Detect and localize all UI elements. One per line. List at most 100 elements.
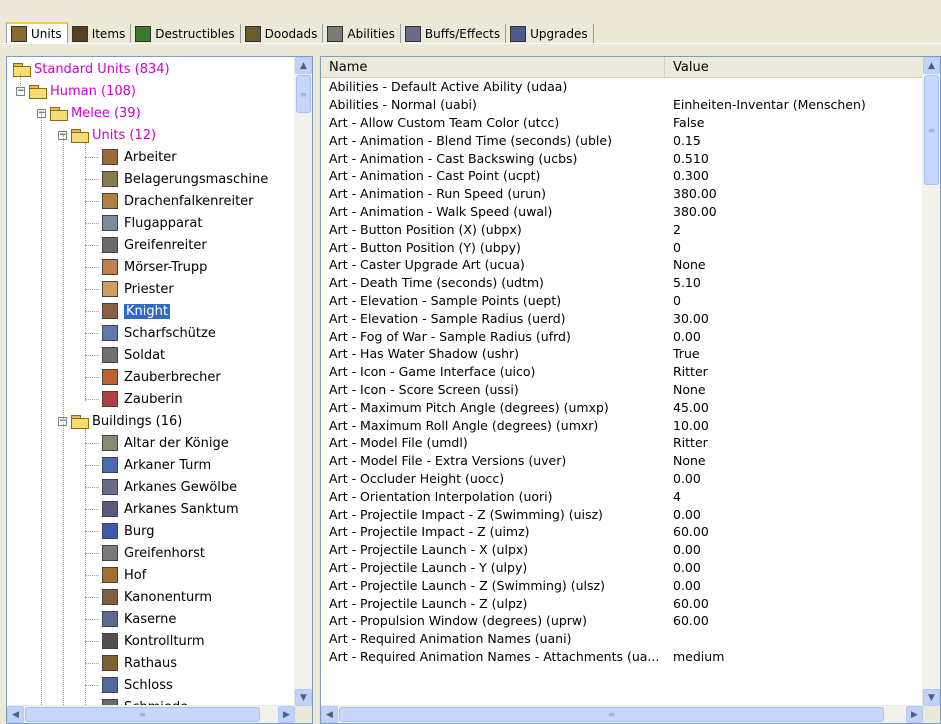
unit-item[interactable]: Priester	[102, 278, 174, 300]
table-horizontal-scrollbar[interactable]: ◀ ≡ ▶	[321, 705, 923, 723]
table-row[interactable]: Art - Animation - Run Speed (urun) 380.00	[321, 185, 923, 203]
table-row[interactable]: Art - Projectile Launch - Z (Swimming) (…	[321, 576, 923, 594]
field-value-cell[interactable]: 10.00	[665, 418, 709, 433]
field-value-cell[interactable]: medium	[665, 649, 724, 664]
table-row[interactable]: Art - Elevation - Sample Radius (uerd) 30…	[321, 309, 923, 327]
unit-item[interactable]: Zauberbrecher	[102, 366, 221, 388]
unit-item[interactable]: Knight	[102, 300, 170, 322]
unit-item[interactable]: Zauberin	[102, 388, 183, 410]
table-scroll-up-button[interactable]: ▲	[923, 57, 940, 74]
table-row[interactable]: Art - Elevation - Sample Points (uept) 0	[321, 292, 923, 310]
object-tree[interactable]: Standard Units (834) − Human (108) − Melee (…	[7, 57, 295, 723]
building-item[interactable]: Kaserne	[102, 608, 176, 630]
table-row[interactable]: Art - Occluder Height (uocc) 0.00	[321, 470, 923, 488]
field-value-cell[interactable]: 0	[665, 293, 681, 308]
table-row[interactable]: Art - Orientation Interpolation (uori) 4	[321, 487, 923, 505]
table-row[interactable]: Art - Projectile Launch - Y (ulpy) 0.00	[321, 559, 923, 577]
building-item[interactable]: Arkaner Turm	[102, 454, 211, 476]
table-row[interactable]: Art - Required Animation Names (uani)	[321, 630, 923, 648]
field-value-cell[interactable]: 60.00	[665, 613, 709, 628]
building-item[interactable]: Arkanes Gewölbe	[102, 476, 237, 498]
table-row[interactable]: Art - Caster Upgrade Art (ucua) None	[321, 256, 923, 274]
field-value-cell[interactable]: Ritter	[665, 435, 708, 450]
table-scroll-thumb[interactable]: ≡	[924, 75, 939, 185]
table-vertical-scrollbar[interactable]: ▲ ≡ ▼	[922, 57, 940, 706]
field-value-cell[interactable]: 0.00	[665, 542, 701, 557]
unit-item[interactable]: Belagerungsmaschine	[102, 168, 268, 190]
table-scroll-right-button[interactable]: ▶	[906, 706, 923, 723]
table-row[interactable]: Art - Icon - Game Interface (uico) Ritter	[321, 363, 923, 381]
tree-horizontal-scrollbar[interactable]: ◀ ≡ ▶	[7, 705, 295, 723]
tab-abilities[interactable]: Abilities	[323, 24, 401, 44]
building-item[interactable]: Hof	[102, 564, 146, 586]
tree-scroll-down-button[interactable]: ▼	[295, 689, 312, 706]
tree-vertical-scrollbar[interactable]: ▲ ≡ ▼	[294, 57, 312, 706]
table-row[interactable]: Art - Projectile Launch - Z (ulpz) 60.00	[321, 594, 923, 612]
field-value-cell[interactable]: 0.510	[665, 151, 709, 166]
field-value-cell[interactable]: 30.00	[665, 311, 709, 326]
tab-destructibles[interactable]: Destructibles	[131, 24, 241, 44]
table-row[interactable]: Art - Required Animation Names - Attachm…	[321, 648, 923, 666]
field-value-cell[interactable]: None	[665, 257, 706, 272]
unit-item[interactable]: Flugapparat	[102, 212, 202, 234]
field-value-cell[interactable]: 0.00	[665, 560, 701, 575]
table-row[interactable]: Art - Projectile Impact - Z (uimz) 60.00	[321, 523, 923, 541]
field-value-cell[interactable]: 0.15	[665, 133, 701, 148]
field-value-cell[interactable]: 0.00	[665, 329, 701, 344]
tree-node-human[interactable]: − Human (108)	[16, 80, 136, 102]
field-value-cell[interactable]: 0.300	[665, 168, 709, 183]
tree-node-melee[interactable]: − Melee (39)	[37, 102, 141, 124]
table-scroll-left-button[interactable]: ◀	[321, 706, 338, 723]
unit-item[interactable]: Arbeiter	[102, 146, 177, 168]
table-row[interactable]: Art - Fog of War - Sample Radius (ufrd) 0…	[321, 327, 923, 345]
tree-node-units[interactable]: − Units (12)	[58, 124, 156, 146]
tab-items[interactable]: Items	[67, 24, 132, 44]
field-value-cell[interactable]: 2	[665, 222, 681, 237]
table-row[interactable]: Art - Animation - Blend Time (seconds) (…	[321, 131, 923, 149]
tree-hscroll-thumb[interactable]: ≡	[25, 707, 260, 722]
field-value-cell[interactable]: 0.00	[665, 578, 701, 593]
table-row[interactable]: Art - Model File (umdl) Ritter	[321, 434, 923, 452]
column-header-value[interactable]: Value	[665, 57, 923, 77]
tab-upgrades[interactable]: Upgrades	[506, 24, 594, 44]
field-value-cell[interactable]: None	[665, 382, 706, 397]
field-value-cell[interactable]: Ritter	[665, 364, 708, 379]
table-row[interactable]: Art - Propulsion Window (degrees) (uprw)…	[321, 612, 923, 630]
field-value-cell[interactable]: False	[665, 115, 704, 130]
building-item[interactable]: Burg	[102, 520, 155, 542]
building-item[interactable]: Rathaus	[102, 652, 177, 674]
table-hscroll-thumb[interactable]: ≡	[339, 707, 884, 722]
table-row[interactable]: Art - Icon - Score Screen (ussi) None	[321, 381, 923, 399]
table-row[interactable]: Art - Maximum Roll Angle (degrees) (umxr…	[321, 416, 923, 434]
unit-item[interactable]: Scharfschütze	[102, 322, 216, 344]
table-row[interactable]: Art - Animation - Walk Speed (uwal) 380.0…	[321, 203, 923, 221]
building-item[interactable]: Altar der Könige	[102, 432, 229, 454]
field-value-cell[interactable]: True	[665, 346, 700, 361]
table-row[interactable]: Art - Death Time (seconds) (udtm) 5.10	[321, 274, 923, 292]
field-value-cell[interactable]: 60.00	[665, 596, 709, 611]
tab-buffs-effects[interactable]: Buffs/Effects	[400, 24, 507, 44]
table-row[interactable]: Art - Animation - Cast Point (ucpt) 0.300	[321, 167, 923, 185]
unit-item[interactable]: Greifenreiter	[102, 234, 207, 256]
unit-item[interactable]: Mörser-Trupp	[102, 256, 207, 278]
field-value-cell[interactable]: 60.00	[665, 524, 709, 539]
building-item[interactable]: Greifenhorst	[102, 542, 205, 564]
table-row[interactable]: Art - Projectile Impact - Z (Swimming) (…	[321, 505, 923, 523]
table-row[interactable]: Art - Button Position (Y) (ubpy) 0	[321, 238, 923, 256]
tree-scroll-thumb[interactable]: ≡	[296, 75, 311, 113]
field-value-cell[interactable]: Einheiten-Inventar (Menschen)	[665, 97, 866, 112]
building-item[interactable]: Schloss	[102, 674, 173, 696]
table-row[interactable]: Abilities - Default Active Ability (udaa…	[321, 78, 923, 96]
table-row[interactable]: Art - Animation - Cast Backswing (ucbs) 0…	[321, 149, 923, 167]
table-row[interactable]: Art - Projectile Launch - X (ulpx) 0.00	[321, 541, 923, 559]
tab-doodads[interactable]: Doodads	[240, 24, 324, 44]
tree-node-buildings[interactable]: − Buildings (16)	[58, 410, 182, 432]
table-row[interactable]: Art - Maximum Pitch Angle (degrees) (umx…	[321, 398, 923, 416]
table-row[interactable]: Art - Button Position (X) (ubpx) 2	[321, 220, 923, 238]
field-value-cell[interactable]: None	[665, 453, 706, 468]
field-value-cell[interactable]: 0	[665, 240, 681, 255]
table-row[interactable]: Art - Has Water Shadow (ushr) True	[321, 345, 923, 363]
building-item[interactable]: Kontrollturm	[102, 630, 205, 652]
field-value-cell[interactable]: 380.00	[665, 204, 717, 219]
tree-node-standard-units[interactable]: Standard Units (834)	[13, 58, 170, 80]
